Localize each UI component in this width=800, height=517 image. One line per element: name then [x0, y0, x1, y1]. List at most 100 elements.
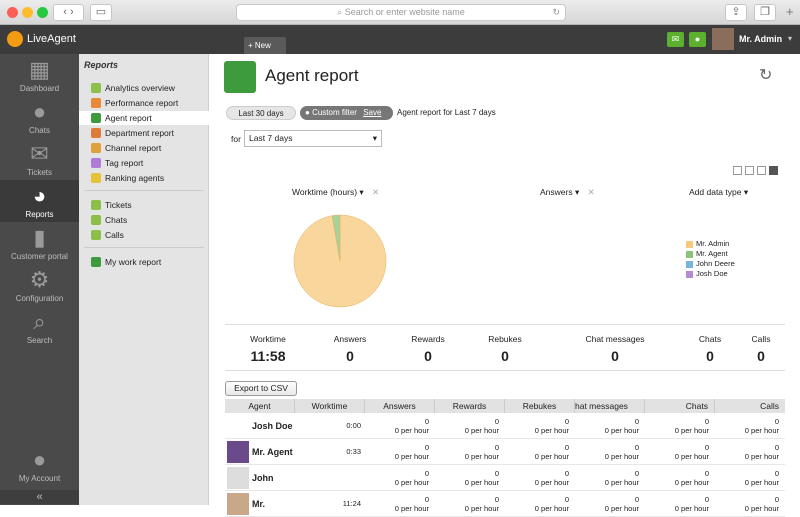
- subnav-chats[interactable]: Chats: [79, 213, 209, 227]
- subnav-tickets[interactable]: Tickets: [79, 198, 209, 212]
- area-chart-icon[interactable]: [733, 166, 742, 175]
- agent-name[interactable]: Mr. Agent: [252, 447, 293, 457]
- remove-metric2-icon[interactable]: ✕: [588, 187, 595, 197]
- subnav-title: Reports: [84, 60, 119, 70]
- column-header-rebukes[interactable]: Rebukes: [505, 399, 575, 413]
- subnav-label: Tickets: [105, 200, 132, 210]
- sidebar-item-my-account[interactable]: ● My Account: [0, 448, 79, 486]
- table-row[interactable]: John 0 0 per hour 0 0 per hour 0 0 per hour 0 0 …: [225, 465, 785, 491]
- metric2-dropdown[interactable]: Answers ▾ ✕: [540, 187, 595, 198]
- legend-swatch: [686, 250, 693, 258]
- add-data-type-dropdown[interactable]: Add data type ▾: [689, 187, 748, 198]
- new-tab-icon[interactable]: +: [786, 4, 794, 19]
- table-row[interactable]: Mr. 11:24 0 0 per hour 0 0 per hour 0 0 per hou…: [225, 491, 785, 517]
- custom-filter-pill[interactable]: ● Custom filter Save: [300, 106, 393, 120]
- metric-total: 0: [774, 443, 779, 452]
- subnav-channel-report[interactable]: Channel report: [79, 141, 209, 155]
- address-bar[interactable]: ⌕ Search or enter website name ↻: [236, 4, 566, 21]
- column-header-chat-messages[interactable]: hat messages: [575, 399, 645, 413]
- column-header-rewards[interactable]: Rewards: [435, 399, 505, 413]
- chevron-down-icon[interactable]: ▾: [788, 34, 792, 43]
- legend-label: Mr. Agent: [696, 249, 728, 258]
- agent-name[interactable]: Josh Doe: [252, 421, 293, 431]
- sidebar-label: Search: [26, 336, 53, 345]
- column-header-worktime[interactable]: Worktime: [295, 399, 365, 413]
- legend-swatch: [686, 270, 693, 278]
- metric1-dropdown[interactable]: Worktime (hours) ▾ ✕: [292, 187, 379, 198]
- chat-bubble-icon[interactable]: ●: [689, 32, 706, 47]
- line-chart-icon[interactable]: [745, 166, 754, 175]
- subnav-agent-report[interactable]: Agent report: [79, 111, 209, 125]
- table-row[interactable]: Mr. Agent 0:33 0 0 per hour 0 0 per hour 0 0 pe…: [225, 439, 785, 465]
- legend-swatch: [686, 260, 693, 268]
- metric-per-hour: 0 per hour: [464, 426, 499, 435]
- email-icon[interactable]: ✉: [667, 32, 684, 47]
- back-forward-buttons[interactable]: ‹ ›: [53, 4, 84, 21]
- analytics-icon: [91, 83, 101, 93]
- user-avatar[interactable]: [712, 28, 734, 50]
- save-filter-link[interactable]: Save: [363, 108, 381, 117]
- close-window-button[interactable]: [7, 7, 18, 18]
- column-header-chats[interactable]: Chats: [645, 399, 715, 413]
- agent-name[interactable]: Mr.: [252, 499, 265, 509]
- stat-label: Worktime: [250, 334, 286, 344]
- export-csv-button[interactable]: Export to CSV: [225, 381, 297, 396]
- metric-total: 0: [634, 417, 639, 426]
- metric-per-hour: 0 per hour: [534, 452, 569, 461]
- metric-total: 0: [774, 495, 779, 504]
- period-select[interactable]: Last 7 days ▾: [244, 130, 382, 147]
- metric-cell: 00 per hour: [715, 495, 779, 513]
- maximize-window-button[interactable]: [37, 7, 48, 18]
- minimize-window-button[interactable]: [22, 7, 33, 18]
- new-tab-button[interactable]: + New: [244, 37, 286, 54]
- sidebar-toggle-icon[interactable]: ▭: [90, 4, 112, 21]
- agent-name[interactable]: John: [252, 473, 274, 483]
- search-icon: ⌕: [337, 7, 345, 17]
- metric-per-hour: 0 per hour: [394, 426, 429, 435]
- metric-cell: 00 per hour: [575, 469, 639, 487]
- sidebar-item-search[interactable]: ⌕ Search: [0, 310, 79, 348]
- collapse-sidebar-icon[interactable]: «: [0, 490, 79, 504]
- sidebar-item-tickets[interactable]: ✉ Tickets: [0, 142, 79, 180]
- metric-total: 0: [634, 443, 639, 452]
- table-row[interactable]: Josh Doe 0:00 0 0 per hour 0 0 per hour 0 0 per…: [225, 413, 785, 439]
- chevron-down-icon: ▾: [372, 133, 377, 143]
- metric-cell: 00 per hour: [365, 469, 429, 487]
- metric-cell: 00 per hour: [365, 495, 429, 513]
- reload-icon[interactable]: ↻: [552, 5, 560, 20]
- metric-cell: 00 per hour: [365, 443, 429, 461]
- remove-metric1-icon[interactable]: ✕: [372, 187, 379, 197]
- column-header-agent[interactable]: Agent: [225, 399, 295, 413]
- book-icon: ▮: [33, 225, 46, 250]
- metric-cell: 00 per hour: [715, 469, 779, 487]
- filter-last-30-days[interactable]: Last 30 days: [226, 106, 296, 120]
- sidebar-item-dashboard[interactable]: ▦ Dashboard: [0, 58, 79, 96]
- sidebar-item-configuration[interactable]: ⚙ Configuration: [0, 268, 79, 306]
- user-name[interactable]: Mr. Admin: [739, 34, 782, 44]
- metric-cell: 00 per hour: [505, 469, 569, 487]
- subnav-ranking-agents[interactable]: Ranking agents: [79, 171, 209, 185]
- stat-calls: Calls 0: [743, 334, 779, 364]
- subnav-calls[interactable]: Calls: [79, 228, 209, 242]
- subnav-my-work-report[interactable]: My work report: [79, 255, 209, 269]
- pie-chart-toggle-icon[interactable]: [769, 166, 778, 175]
- stat-label: Rebukes: [488, 334, 522, 344]
- column-header-calls[interactable]: Calls: [715, 399, 785, 413]
- column-header-answers[interactable]: Answers: [365, 399, 435, 413]
- metric-per-hour: 0 per hour: [464, 478, 499, 487]
- refresh-icon[interactable]: ↻: [759, 65, 772, 85]
- subnav-department-report[interactable]: Department report: [79, 126, 209, 140]
- subnav-performance-report[interactable]: Performance report: [79, 96, 209, 110]
- subnav-label: Chats: [105, 215, 128, 225]
- subnav-analytics-overview[interactable]: Analytics overview: [79, 81, 209, 95]
- tabs-icon[interactable]: ❐: [754, 4, 776, 21]
- sidebar-item-customer-portal[interactable]: ▮ Customer portal: [0, 226, 79, 264]
- share-icon[interactable]: ⇪: [725, 4, 747, 21]
- sidebar-item-chats[interactable]: ● Chats: [0, 100, 79, 138]
- metric-per-hour: 0 per hour: [534, 426, 569, 435]
- subnav-tag-report[interactable]: Tag report: [79, 156, 209, 170]
- stat-value: 0: [706, 348, 714, 364]
- sidebar-item-reports[interactable]: ◕ Reports: [0, 180, 79, 222]
- chat-icon: ●: [32, 99, 47, 124]
- bar-chart-icon[interactable]: [757, 166, 766, 175]
